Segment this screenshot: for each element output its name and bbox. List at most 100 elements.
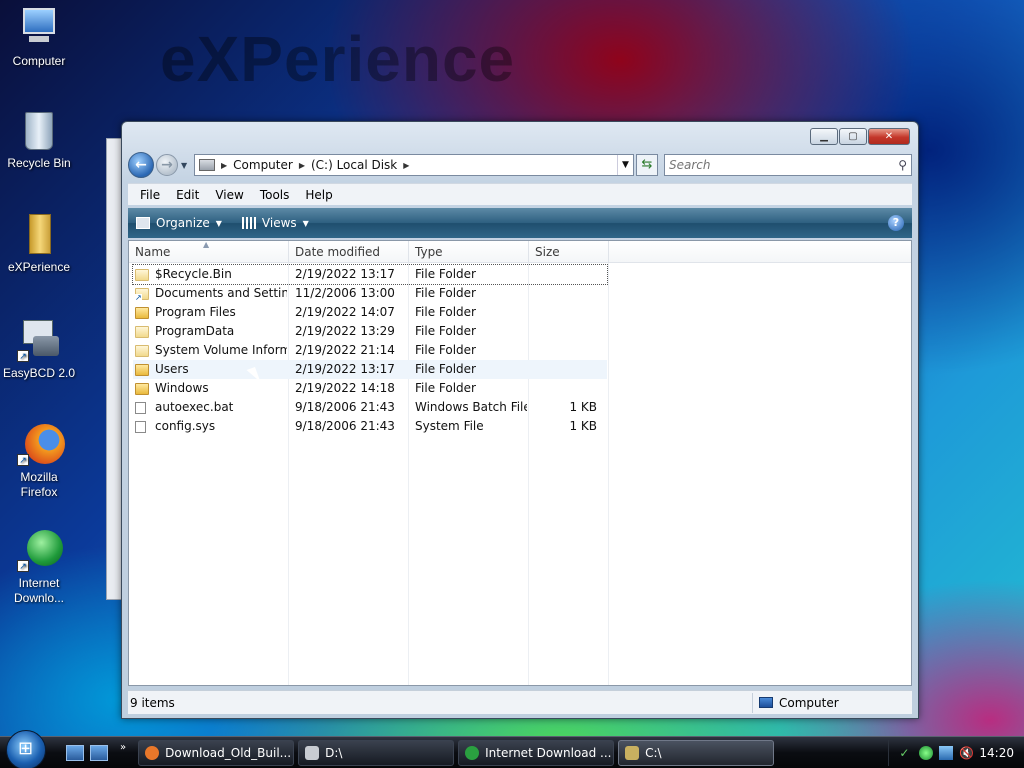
- column-header-date[interactable]: Date modified: [289, 241, 409, 263]
- help-icon[interactable]: ?: [888, 215, 904, 231]
- table-row[interactable]: $Recycle.Bin 2/19/2022 13:17 File Folder: [132, 264, 608, 285]
- table-row[interactable]: autoexec.bat 9/18/2006 21:43 Windows Bat…: [133, 398, 911, 417]
- search-box[interactable]: ⚲: [664, 154, 912, 176]
- file-size: [527, 379, 601, 398]
- file-list[interactable]: ▲ Name Date modified Type Size $Recycle.…: [128, 240, 912, 686]
- file-type: File Folder: [415, 324, 476, 338]
- desktop-icon-computer[interactable]: Computer: [2, 6, 76, 69]
- table-row[interactable]: Program Files 2/19/2022 14:07 File Folde…: [133, 303, 911, 322]
- drive-icon: [199, 159, 215, 171]
- column-header-name[interactable]: ▲ Name: [129, 241, 289, 263]
- close-button[interactable]: ✕: [868, 128, 910, 145]
- breadcrumb-separator-icon[interactable]: ▶: [403, 161, 409, 170]
- system-tray: ✓ 🔇 14:20: [888, 739, 1024, 766]
- views-button[interactable]: Views ▼: [241, 216, 309, 230]
- taskbar-item-c-drive[interactable]: C:\: [618, 739, 775, 766]
- taskbar-item-internet-download[interactable]: Internet Download ...: [458, 739, 615, 766]
- status-bar: 9 items Computer: [128, 690, 912, 714]
- file-name: System Volume Inform...: [155, 343, 287, 357]
- firefox-icon: ↗: [17, 422, 65, 466]
- file-name: config.sys: [155, 419, 216, 433]
- network-icon[interactable]: [939, 745, 954, 760]
- table-row[interactable]: Documents and Settings 11/2/2006 13:00 F…: [133, 284, 911, 303]
- breadcrumb-separator-icon[interactable]: ▶: [221, 161, 227, 170]
- status-location: Computer: [752, 692, 912, 713]
- taskbar-item-firefox[interactable]: Download_Old_Buil...: [138, 739, 295, 766]
- internet-download-manager-icon: ↗: [17, 528, 63, 572]
- minimize-button[interactable]: ▁: [810, 128, 838, 145]
- refresh-button[interactable]: ⇆: [636, 154, 658, 176]
- menu-file[interactable]: File: [140, 188, 160, 202]
- quick-launch-more-icon[interactable]: »: [120, 742, 126, 753]
- system-file-icon: [135, 420, 146, 433]
- desktop-icon-firefox[interactable]: ↗ Mozilla Firefox: [2, 422, 76, 500]
- folder-icon: [135, 325, 149, 338]
- address-dropdown-icon[interactable]: ▼: [617, 155, 633, 175]
- address-bar[interactable]: ▶ Computer ▶ (C:) Local Disk ▶ ▼: [194, 154, 634, 176]
- file-size: [527, 322, 601, 341]
- taskbar-item-label: C:\: [645, 745, 662, 760]
- folder-icon: [135, 344, 149, 357]
- computer-icon: [17, 6, 61, 50]
- folder-icon: [135, 382, 149, 395]
- folder-shortcut-icon: [135, 287, 149, 302]
- show-desktop-icon[interactable]: [66, 744, 84, 761]
- breadcrumb-computer[interactable]: Computer: [233, 158, 293, 172]
- menu-help[interactable]: Help: [305, 188, 332, 202]
- menu-edit[interactable]: Edit: [176, 188, 199, 202]
- clock[interactable]: 14:20: [979, 746, 1014, 760]
- back-button[interactable]: ←: [128, 152, 154, 178]
- table-row[interactable]: System Volume Inform... 2/19/2022 21:14 …: [133, 341, 911, 360]
- file-date: 9/18/2006 21:43: [295, 400, 395, 414]
- file-type: File Folder: [415, 343, 476, 357]
- file-type: System File: [415, 419, 484, 433]
- file-name: Documents and Settings: [155, 286, 287, 300]
- desktop-icon-label: eXPerience: [7, 260, 71, 274]
- menu-view[interactable]: View: [215, 188, 243, 202]
- desktop-icon-internet-download-manager[interactable]: ↗ Internet Downlo...: [2, 528, 76, 606]
- desktop-icon-label: Recycle Bin: [7, 156, 71, 170]
- taskbar-item-d-drive[interactable]: D:\: [298, 739, 455, 766]
- desktop-icon-label: Internet Downlo...: [13, 576, 65, 605]
- column-header-size[interactable]: Size: [529, 241, 609, 263]
- table-row[interactable]: Users 2/19/2022 13:17 File Folder: [133, 360, 607, 379]
- views-icon: [241, 217, 256, 229]
- file-date: 2/19/2022 14:18: [295, 381, 395, 395]
- table-row[interactable]: Windows 2/19/2022 14:18 File Folder: [133, 379, 911, 398]
- column-header-type[interactable]: Type: [409, 241, 529, 263]
- file-date: 2/19/2022 13:29: [295, 324, 395, 338]
- computer-icon: [759, 697, 773, 708]
- file-date: 9/18/2006 21:43: [295, 419, 395, 433]
- chevron-down-icon: ▼: [302, 218, 309, 228]
- desktop-icon-recycle-bin[interactable]: Recycle Bin: [2, 108, 76, 171]
- desktop-icon-label: Computer: [12, 54, 66, 68]
- batch-file-icon: [135, 401, 146, 414]
- search-icon[interactable]: ⚲: [898, 158, 907, 172]
- menu-tools[interactable]: Tools: [260, 188, 290, 202]
- desktop-icon-label: Mozilla Firefox: [20, 470, 58, 499]
- organize-button[interactable]: Organize ▼: [136, 216, 222, 230]
- tray-check-icon[interactable]: ✓: [899, 746, 913, 760]
- explorer-window[interactable]: ▁ ▢ ✕ ← → ▼ ▶ Computer ▶ (C:) Local Disk…: [121, 121, 919, 719]
- desktop-icon-easybcd[interactable]: ↗ EasyBCD 2.0: [2, 318, 76, 381]
- taskbar: » Download_Old_Buil... D:\ Internet Down…: [0, 729, 1024, 768]
- file-name: Windows: [155, 381, 209, 395]
- switch-windows-icon[interactable]: [90, 744, 108, 761]
- desktop-icon-experience[interactable]: eXPerience: [2, 212, 76, 275]
- recent-pages-dropdown[interactable]: ▼: [181, 161, 191, 170]
- taskbar-item-label: Internet Download ...: [485, 745, 612, 760]
- table-row[interactable]: ProgramData 2/19/2022 13:29 File Folder: [133, 322, 911, 341]
- desktop-watermark: eXPerience: [160, 23, 516, 95]
- volume-muted-icon[interactable]: 🔇: [959, 746, 974, 760]
- search-input[interactable]: [669, 158, 899, 172]
- menu-bar: File Edit View Tools Help: [128, 183, 912, 205]
- breadcrumb-local-disk[interactable]: (C:) Local Disk: [311, 158, 397, 172]
- maximize-button[interactable]: ▢: [839, 128, 867, 145]
- table-row[interactable]: config.sys 9/18/2006 21:43 System File 1…: [133, 417, 911, 436]
- taskbar-item-label: D:\: [325, 745, 343, 760]
- tray-idm-icon[interactable]: [919, 745, 934, 760]
- file-size: [527, 284, 601, 303]
- start-button[interactable]: [6, 729, 46, 768]
- breadcrumb-separator-icon[interactable]: ▶: [299, 161, 305, 170]
- forward-button[interactable]: →: [156, 154, 178, 176]
